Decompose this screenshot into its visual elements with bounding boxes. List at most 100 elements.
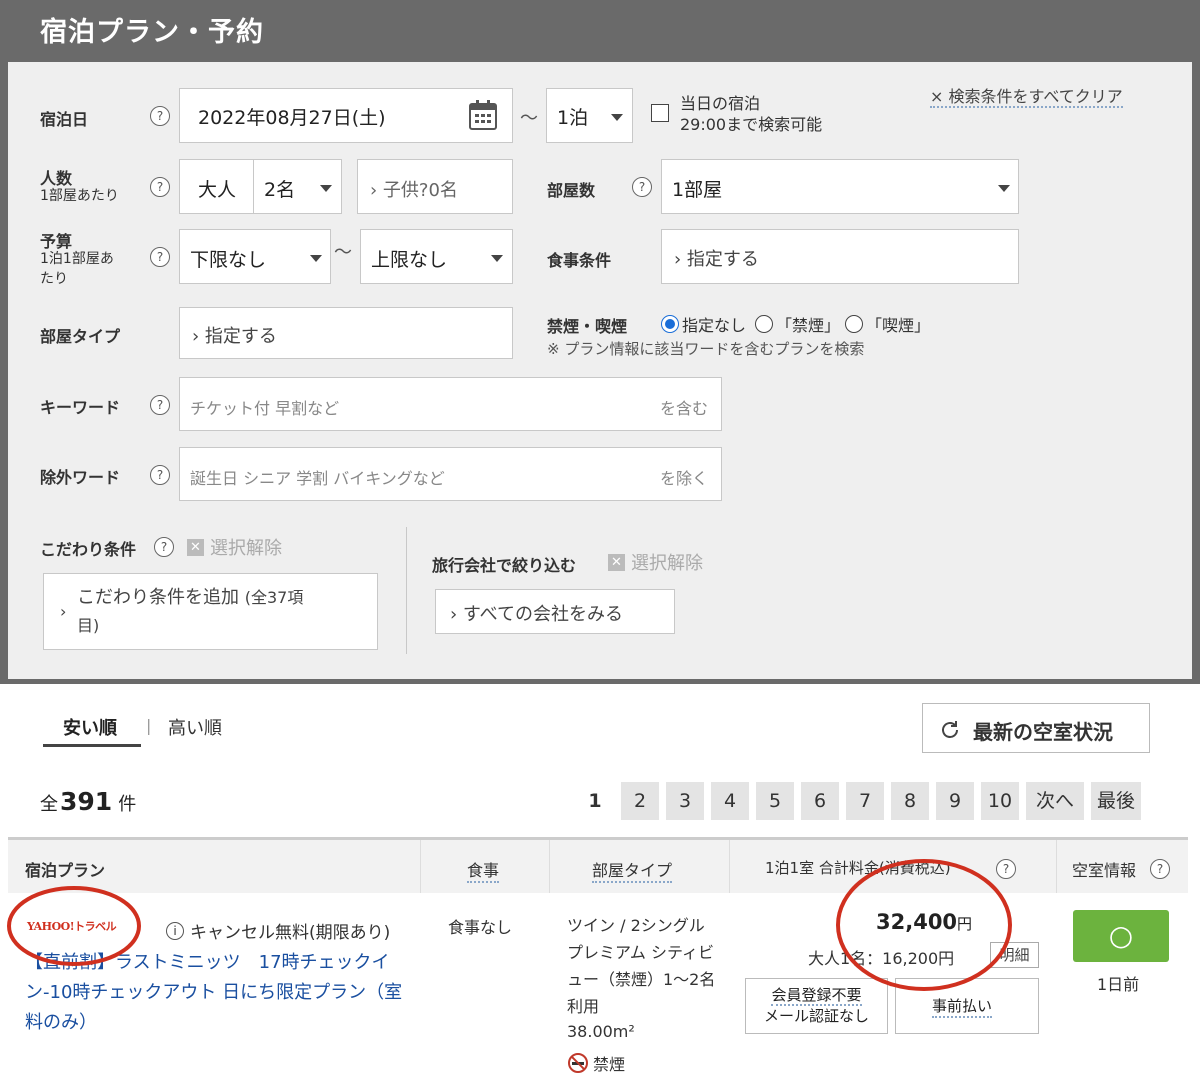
page-9[interactable]: 9 [936, 782, 974, 820]
page-title: 宿泊プラン・予約 [40, 17, 264, 48]
kodawari-clear[interactable]: ✕ 選択解除 [187, 534, 282, 560]
col-divider [549, 840, 550, 893]
date-range-tilde: 〜 [520, 108, 538, 129]
adult-select[interactable]: 大人 2名 [179, 159, 342, 214]
col-divider [420, 840, 421, 893]
plan-title-link[interactable]: 【直前割】ラストミニッツ 17時チェックイン-10時チェックアウト 日にち限定プ… [25, 948, 410, 1038]
sort-cheapest-tab[interactable]: 安い順 [63, 714, 117, 740]
sameday-checkbox[interactable] [651, 104, 669, 122]
clear-x-icon: ✕ [187, 538, 204, 556]
smoking-radio-nonsmoking[interactable] [755, 315, 774, 333]
nights-select[interactable]: 1泊 [546, 88, 633, 143]
page-8[interactable]: 8 [891, 782, 929, 820]
sameday-label: 当日の宿泊 29:00まで検索可能 [680, 93, 822, 135]
col-meal-header[interactable]: 食事 [467, 857, 500, 883]
adult-label: 大人 [198, 179, 237, 201]
help-icon[interactable]: ? [150, 106, 170, 126]
vacancy-note: 1日前 [1097, 975, 1140, 994]
col-divider [1056, 840, 1057, 893]
refresh-icon [942, 721, 958, 738]
kodawari-add-button[interactable]: › こだわり条件を追加 (全37項 目) [43, 573, 378, 650]
page-last[interactable]: 最後 [1091, 782, 1141, 820]
help-icon[interactable]: ? [150, 177, 170, 197]
divider [253, 160, 254, 213]
result-count-prefix: 全 [40, 794, 58, 815]
child-button[interactable]: › 子供?0名 [357, 159, 513, 214]
sort-expensive-tab[interactable]: 高い順 [168, 714, 222, 740]
page-7[interactable]: 7 [846, 782, 884, 820]
col-divider [729, 840, 730, 893]
clear-all-link[interactable]: × 検索条件をすべてクリア [930, 83, 1123, 108]
meal-label: 食事条件 [547, 251, 612, 270]
refresh-availability-button[interactable]: 最新の空室状況 [922, 703, 1150, 753]
clear-all-text[interactable]: × 検索条件をすべてクリア [930, 87, 1123, 108]
page-1: 1 [588, 790, 602, 812]
plan-room-desc: ツイン / 2シングル プレミアム シティビュー（禁煙）1〜2名利用 [567, 916, 716, 1016]
keyword-label: キーワード [40, 398, 121, 417]
kodawari-add-line2: 目) [77, 616, 100, 635]
smoking-radio-smoking[interactable] [845, 315, 864, 333]
chevron-down-icon [611, 114, 623, 121]
plan-per-person: 大人1名：16,200円 [808, 949, 955, 968]
price-detail-button[interactable]: 明細 [990, 942, 1039, 968]
pagination: 1 2 3 4 5 6 7 8 9 10 次へ 最後 [576, 782, 1141, 820]
col-vacancy-header: 空室情報 [1072, 861, 1137, 880]
result-count-value: 391 [60, 787, 113, 816]
chevron-down-icon [320, 185, 332, 192]
agency-clear[interactable]: ✕ 選択解除 [608, 549, 703, 575]
help-icon[interactable]: ? [1150, 859, 1170, 879]
roomtype-button-label: › 指定する [192, 326, 277, 347]
yahoo-travel-logo: YAHOO!トラベル [27, 920, 117, 933]
exclude-label: 除外ワード [40, 468, 121, 487]
agency-all-button[interactable]: › すべての会社をみる [435, 589, 675, 634]
budget-tilde: 〜 [334, 242, 352, 263]
help-icon[interactable]: ? [154, 537, 174, 557]
budget-min-select[interactable]: 下限なし [179, 229, 331, 284]
keyword-input[interactable]: チケット付 早割など を含む [179, 377, 722, 431]
cancel-note: i キャンセル無料(期限あり) [166, 918, 390, 943]
kodawari-add-count: (全37項 [244, 588, 304, 607]
help-icon[interactable]: ? [632, 177, 652, 197]
chevron-down-icon [491, 255, 503, 262]
exclude-input[interactable]: 誕生日 シニア 学割 バイキングなど を除く [179, 447, 722, 501]
budget-max-value: 上限なし [371, 249, 448, 271]
budget-min-value: 下限なし [190, 249, 267, 271]
agency-label: 旅行会社で絞り込む [432, 556, 577, 575]
page-3[interactable]: 3 [666, 782, 704, 820]
page-next[interactable]: 次へ [1026, 782, 1084, 820]
smoking-options: 指定なし 「禁煙」 「喫煙」 [661, 312, 930, 336]
result-count: 全 391 件 [40, 787, 136, 816]
rooms-label: 部屋数 [547, 181, 596, 200]
page-6[interactable]: 6 [801, 782, 839, 820]
page-2[interactable]: 2 [621, 782, 659, 820]
help-icon[interactable]: ? [150, 395, 170, 415]
calendar-icon[interactable] [468, 99, 498, 131]
rooms-select[interactable]: 1部屋 [661, 159, 1019, 214]
col-roomtype-header[interactable]: 部屋タイプ [592, 857, 673, 883]
help-icon[interactable]: ? [150, 465, 170, 485]
checkin-date-input[interactable]: 2022年08月27日(土) [179, 88, 513, 143]
people-label: 人数 [40, 169, 73, 188]
help-icon[interactable]: ? [150, 247, 170, 267]
budget-max-select[interactable]: 上限なし [360, 229, 513, 284]
roomtype-button[interactable]: › 指定する [179, 307, 513, 359]
keyword-placeholder: チケット付 早割など [190, 399, 340, 418]
page-10[interactable]: 10 [981, 782, 1019, 820]
sameday-line1: 当日の宿泊 [680, 94, 761, 113]
chevron-right-icon: › [60, 602, 67, 621]
smoking-option-any-label: 指定なし [682, 316, 747, 335]
rooms-value: 1部屋 [672, 179, 723, 201]
page-4[interactable]: 4 [711, 782, 749, 820]
nights-value: 1泊 [557, 107, 589, 129]
prepay-badge-text: 事前払い [932, 995, 993, 1018]
meal-button[interactable]: › 指定する [661, 229, 1019, 284]
agency-clear-label: 選択解除 [631, 553, 703, 574]
result-count-suffix: 件 [118, 794, 137, 815]
page-5[interactable]: 5 [756, 782, 794, 820]
member-badge-line2: メール認証なし [763, 1007, 869, 1025]
help-icon[interactable]: ? [996, 859, 1016, 879]
smoking-radio-any[interactable] [661, 315, 679, 333]
adult-value: 2名 [264, 179, 296, 201]
vacancy-available-button[interactable]: ○ [1073, 910, 1169, 962]
smoking-note: ※ プラン情報に該当ワードを含むプランを検索 [547, 340, 865, 358]
